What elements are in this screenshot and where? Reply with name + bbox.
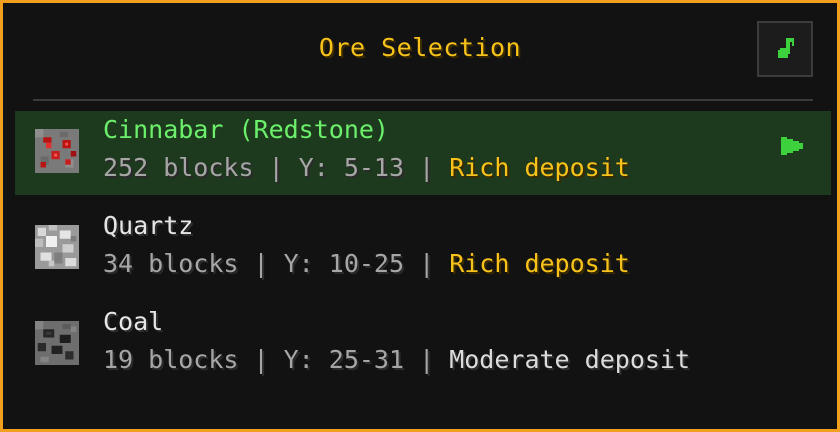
ore-name: Cinnabar (Redstone) <box>103 115 389 144</box>
ore-block-count: 19 blocks <box>103 345 239 374</box>
ore-name: Coal <box>103 307 164 336</box>
panel-title: Ore Selection <box>318 33 522 62</box>
ore-row-coal[interactable]: Coal 19 blocks | Y: 25-31 | Moderate dep… <box>15 303 831 399</box>
ore-info: 252 blocks | Y: 5-13 | Rich deposit <box>103 153 630 182</box>
music-toggle-button[interactable] <box>757 21 813 77</box>
ore-deposit-rating: Rich deposit <box>449 249 630 278</box>
ore-y-range: Y: 5-13 <box>298 153 405 182</box>
ore-row-quartz[interactable]: Quartz 34 blocks | Y: 10-25 | Rich depos… <box>15 207 831 303</box>
ore-list: Cinnabar (Redstone) 252 blocks | Y: 5-13… <box>15 111 831 399</box>
ore-name: Quartz <box>103 211 194 240</box>
redstone-ore-icon <box>35 129 79 173</box>
ore-y-range: Y: 10-25 <box>283 249 405 278</box>
ore-info: 34 blocks | Y: 10-25 | Rich deposit <box>103 249 630 278</box>
music-note-icon <box>778 38 794 58</box>
ore-deposit-rating: Rich deposit <box>449 153 630 182</box>
ore-info: 19 blocks | Y: 25-31 | Moderate deposit <box>103 345 691 374</box>
ore-block-count: 34 blocks <box>103 249 239 278</box>
coal-ore-icon <box>35 321 79 365</box>
ore-deposit-rating: Moderate deposit <box>449 345 691 374</box>
ore-row-cinnabar[interactable]: Cinnabar (Redstone) 252 blocks | Y: 5-13… <box>15 111 831 195</box>
quartz-ore-icon <box>35 225 79 269</box>
ore-y-range: Y: 25-31 <box>283 345 405 374</box>
selected-arrow-icon <box>781 137 803 155</box>
ore-selection-panel: Ore Selection Cinnabar (Redstone) 252 bl… <box>0 0 840 432</box>
title-divider <box>33 99 813 101</box>
ore-block-count: 252 blocks <box>103 153 254 182</box>
